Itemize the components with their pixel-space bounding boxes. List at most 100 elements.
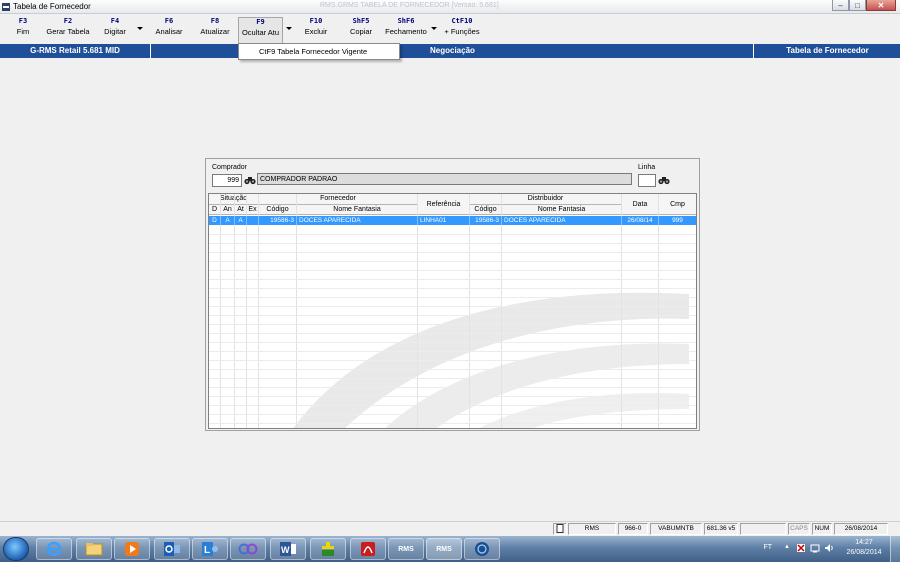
- rms-task-button-active[interactable]: RMS: [426, 538, 462, 560]
- comprador-search-icon[interactable]: [243, 174, 257, 186]
- acrobat-icon[interactable]: [350, 538, 386, 560]
- atualizar-button[interactable]: F8 Atualizar: [198, 17, 232, 37]
- rms-task-button[interactable]: RMS: [388, 538, 424, 560]
- fkey-label: Fechamento: [385, 27, 427, 36]
- screen-name: Tabela de Fornecedor: [786, 46, 869, 55]
- digitar-button[interactable]: F4 Digitar: [100, 17, 130, 37]
- excluir-button[interactable]: F10 Excluir: [302, 17, 330, 37]
- header-cmp: Cmp: [659, 194, 696, 215]
- fechamento-dropdown-arrow-icon[interactable]: [431, 27, 437, 30]
- fkey-label: Excluir: [304, 27, 328, 36]
- linha-search-icon[interactable]: [657, 174, 671, 186]
- outlook-icon[interactable]: [154, 538, 190, 560]
- word-icon[interactable]: W: [270, 538, 306, 560]
- digitar-dropdown-arrow-icon[interactable]: [137, 27, 143, 30]
- linha-label: Linha: [638, 164, 656, 171]
- status-num: NUM: [812, 523, 832, 535]
- info-bar: G-RMS Retail 5.681 MID Negociação Tabela…: [0, 44, 900, 58]
- clock-date[interactable]: 26/08/2014: [842, 549, 886, 556]
- file-explorer-icon[interactable]: [76, 538, 112, 560]
- status-caps: CAPS: [788, 523, 810, 535]
- taskbar: L W RMS RMS FT ▲ 14:27 26/08/2014: [0, 536, 900, 562]
- watermark-logo: [293, 292, 689, 428]
- comprador-code-input[interactable]: 999: [212, 174, 242, 187]
- svg-text:W: W: [281, 545, 290, 555]
- fkey-code: F4: [110, 17, 120, 25]
- clock-time[interactable]: 14:27: [842, 539, 886, 546]
- linha-input[interactable]: [638, 174, 656, 187]
- show-desktop-button[interactable]: [890, 536, 900, 562]
- fkey-code: F6: [164, 17, 174, 25]
- language-indicator[interactable]: FT: [763, 544, 772, 551]
- maximize-button[interactable]: □: [849, 0, 866, 11]
- lync-icon[interactable]: L: [192, 538, 228, 560]
- status-app: RMS: [568, 523, 616, 535]
- status-date: 26/08/2014: [834, 523, 888, 535]
- cell-distribuidor-nome: DOCES APARECIDA: [502, 216, 622, 225]
- cell-fornecedor-nome: DOCES APARECIDA: [297, 216, 418, 225]
- tabela-vigente-menu-item[interactable]: CtF9 Tabela Fornecedor Vigente: [238, 43, 400, 60]
- volume-icon[interactable]: [824, 543, 834, 555]
- header-data: Data: [622, 194, 659, 215]
- title-bar: Tabela de Fornecedor RMS.GRMS TABELA DE …: [0, 0, 900, 14]
- network-icon[interactable]: [810, 543, 820, 555]
- comprador-name-field: COMPRADOR PADRAO: [257, 173, 632, 185]
- fim-button[interactable]: F3 Fim: [12, 17, 34, 37]
- fkey-label: Ocultar Atu: [241, 28, 280, 37]
- fkey-code: ShF5: [352, 17, 370, 25]
- gerar-tabela-button[interactable]: F2 Gerar Tabela: [44, 17, 92, 37]
- ocultar-dropdown-arrow-icon[interactable]: [286, 27, 292, 30]
- fechamento-button[interactable]: ShF6 Fechamento: [384, 17, 428, 37]
- fkey-code: F10: [309, 17, 323, 25]
- analisar-button[interactable]: F6 Analisar: [153, 17, 185, 37]
- header-distribuidor-codigo: Código: [470, 205, 502, 215]
- fkey-label: Atualizar: [200, 27, 230, 36]
- close-button[interactable]: ✕: [866, 0, 896, 11]
- antivirus-icon[interactable]: [310, 538, 346, 560]
- status-code: 966-0: [618, 523, 648, 535]
- app-icon: [2, 3, 10, 11]
- cell-d: D: [209, 216, 221, 225]
- status-version: 681.36 v5: [704, 523, 738, 535]
- status-user: VABUMNTB: [650, 523, 702, 535]
- header-referencia: Referência: [418, 194, 470, 215]
- status-bar: RMS 966-0 VABUMNTB 681.36 v5 CAPS NUM 26…: [0, 521, 900, 535]
- fkey-label: Analisar: [155, 27, 183, 36]
- window-title: Tabela de Fornecedor: [13, 2, 91, 11]
- fkey-label: Copiar: [349, 27, 373, 36]
- ocultar-atu-button[interactable]: F9 Ocultar Atu: [238, 17, 283, 44]
- cell-data: 26/08/14: [622, 216, 659, 225]
- table-row[interactable]: D A A 19586-3 DOCES APARECIDA LINHA01 19…: [209, 216, 696, 225]
- cell-referencia: LINHA01: [418, 216, 470, 225]
- internet-explorer-icon[interactable]: [36, 538, 72, 560]
- system-version: G-RMS Retail 5.681 MID: [0, 44, 151, 58]
- copiar-button[interactable]: ShF5 Copiar: [346, 17, 376, 37]
- mais-funcoes-button[interactable]: CtF10 + Funções: [442, 17, 482, 37]
- start-button[interactable]: [3, 537, 29, 561]
- header-fornecedor-codigo: Código: [259, 205, 297, 215]
- svg-text:L: L: [204, 545, 210, 556]
- module-name: Negociação: [400, 44, 754, 58]
- fkey-code: F2: [63, 17, 73, 25]
- remote-app-icon[interactable]: [230, 538, 266, 560]
- fkey-label: Digitar: [104, 27, 126, 36]
- minimize-button[interactable]: –: [832, 0, 849, 11]
- window-ghost-title: RMS.GRMS TABELA DE FORNECEDOR [Versao: 5…: [320, 2, 499, 9]
- header-an: An: [221, 205, 235, 215]
- header-distribuidor-nome: Nome Fantasia: [502, 205, 622, 215]
- media-player-icon[interactable]: [114, 538, 150, 560]
- tray-expand-icon[interactable]: ▲: [784, 544, 790, 550]
- cell-at: A: [235, 216, 247, 225]
- fkey-label: Fim: [16, 27, 30, 36]
- header-fornecedor-nome: Nome Fantasia: [297, 205, 418, 215]
- fkey-code: F9: [256, 18, 265, 26]
- network-app-icon[interactable]: [464, 538, 500, 560]
- action-center-icon[interactable]: [796, 543, 806, 555]
- fkey-code: CtF10: [451, 17, 473, 25]
- fkey-label: Gerar Tabela: [46, 27, 90, 36]
- cell-distribuidor-codigo: 19586-3: [470, 216, 502, 225]
- main-panel: Comprador 999 COMPRADOR PADRAO Linha Sit…: [205, 158, 700, 431]
- fkey-code: F3: [18, 17, 28, 25]
- header-distribuidor: Distribuidor: [470, 194, 622, 205]
- header-fornecedor: Fornecedor: [259, 194, 418, 205]
